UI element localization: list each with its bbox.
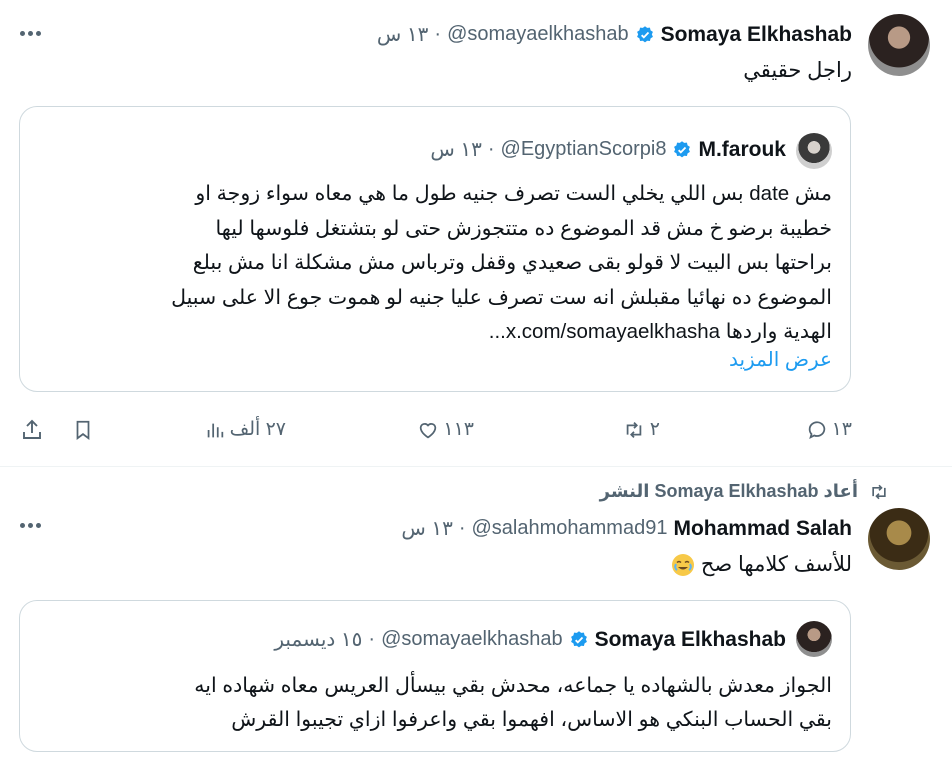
quoted-text-line: مش date بس اللي يخلي الست تصرف جنيه طول … <box>195 182 832 205</box>
repost-count: ٢ <box>649 419 660 440</box>
bookmark-icon <box>76 420 90 440</box>
tweet-header: Somaya Elkhashab @somayaelkhashab · ١٣ س <box>377 22 852 47</box>
quoted-author-avatar <box>796 133 832 169</box>
quoted-text-line: الهدية واردها x.com/somayaelkhasha... <box>488 320 832 343</box>
quoted-tweet-text: مش date بس اللي يخلي الست تصرف جنيه طول … <box>171 177 832 350</box>
tweet-text: راجل حقيقي <box>743 59 852 82</box>
repost-button[interactable]: ٢ <box>622 418 660 441</box>
like-icon <box>420 422 437 438</box>
tweet-text: للأسف كلامها صح <box>671 552 852 577</box>
quoted-text-line: خطيبة برضو خ مش قد الموضوع ده متتجوزش حت… <box>215 216 832 240</box>
quoted-text-line: الموضوع ده نهائيا مقبلش انه ست تصرف عليا… <box>171 285 832 309</box>
like-count: ١١٣ <box>443 419 474 440</box>
tweet-text-content: للأسف كلامها صح <box>700 553 852 576</box>
verified-badge-icon <box>674 140 691 157</box>
author-avatar[interactable] <box>868 508 930 570</box>
verified-badge-icon <box>570 630 587 647</box>
quoted-tweet-card[interactable]: M.farouk @EgyptianScorpi8 · ١٣ س مش date… <box>19 106 851 392</box>
tweet-time[interactable]: ١٣ س <box>377 22 428 47</box>
separator-dot: · <box>487 138 495 160</box>
tweet-header: Mohammad Salah @salahmohammad91 · ١٣ س <box>401 516 852 541</box>
quoted-author-name: Somaya Elkhashab <box>594 627 786 651</box>
views-icon <box>207 423 223 437</box>
tweet-time[interactable]: ١٣ س <box>401 516 452 541</box>
repost-icon <box>626 421 642 438</box>
repost-notice-text: أعاد Somaya Elkhashab النشر <box>599 481 858 501</box>
quoted-tweet-time: ١٥ ديسمبر <box>274 629 363 651</box>
repost-notice[interactable]: أعاد Somaya Elkhashab النشر <box>600 481 890 502</box>
separator-dot: · <box>458 517 466 539</box>
quoted-tweet-header: M.farouk @EgyptianScorpi8 · ١٣ س <box>430 137 786 162</box>
bookmark-button[interactable] <box>72 418 94 442</box>
quoted-tweet-time: ١٣ س <box>430 139 482 161</box>
author-handle[interactable]: @somayaelkhashab <box>447 23 629 46</box>
author-avatar[interactable] <box>868 14 930 76</box>
reply-count: ١٣ <box>831 419 852 440</box>
show-more-link[interactable]: عرض المزيد <box>729 347 832 372</box>
views-count: ٢٧ ألف <box>229 419 286 440</box>
reply-icon <box>808 420 825 439</box>
tweet-divider <box>0 466 952 467</box>
quoted-tweet-text: الجواز معدش بالشهاده يا جماعه، محدش بقي … <box>194 669 832 737</box>
views-button[interactable]: ٢٧ ألف <box>204 418 286 441</box>
quoted-text-line: الجواز معدش بالشهاده يا جماعه، محدش بقي … <box>194 674 832 697</box>
quoted-text-line: براحتها بس البيت لا قولو بقى صعيدي وقفل … <box>192 251 832 274</box>
quoted-author-handle: @somayaelkhashab <box>381 628 563 650</box>
more-icon[interactable] <box>20 523 41 528</box>
reply-button[interactable]: ١٣ <box>806 418 852 441</box>
more-icon[interactable] <box>20 31 41 36</box>
quoted-text-line: بقي الحساب البنكي هو الاساس، افهموا بقي … <box>231 708 832 731</box>
quoted-tweet-header: Somaya Elkhashab @somayaelkhashab · ١٥ د… <box>274 627 786 652</box>
author-name[interactable]: Mohammad Salah <box>673 517 852 541</box>
share-icon <box>23 419 41 439</box>
crying-smile-emoji <box>671 553 694 576</box>
like-button[interactable]: ١١٣ <box>417 418 474 441</box>
quoted-author-name: M.farouk <box>698 137 786 161</box>
verified-badge-icon <box>636 25 653 42</box>
quoted-author-avatar <box>796 621 832 657</box>
separator-dot: · <box>368 628 376 650</box>
repost-icon <box>872 484 886 499</box>
quoted-author-handle: @EgyptianScorpi8 <box>500 138 667 160</box>
author-handle[interactable]: @salahmohammad91 <box>471 517 667 540</box>
separator-dot: · <box>434 23 442 45</box>
author-name[interactable]: Somaya Elkhashab <box>661 23 852 47</box>
quoted-tweet-card[interactable]: Somaya Elkhashab @somayaelkhashab · ١٥ د… <box>19 600 851 752</box>
share-button[interactable] <box>20 418 44 442</box>
